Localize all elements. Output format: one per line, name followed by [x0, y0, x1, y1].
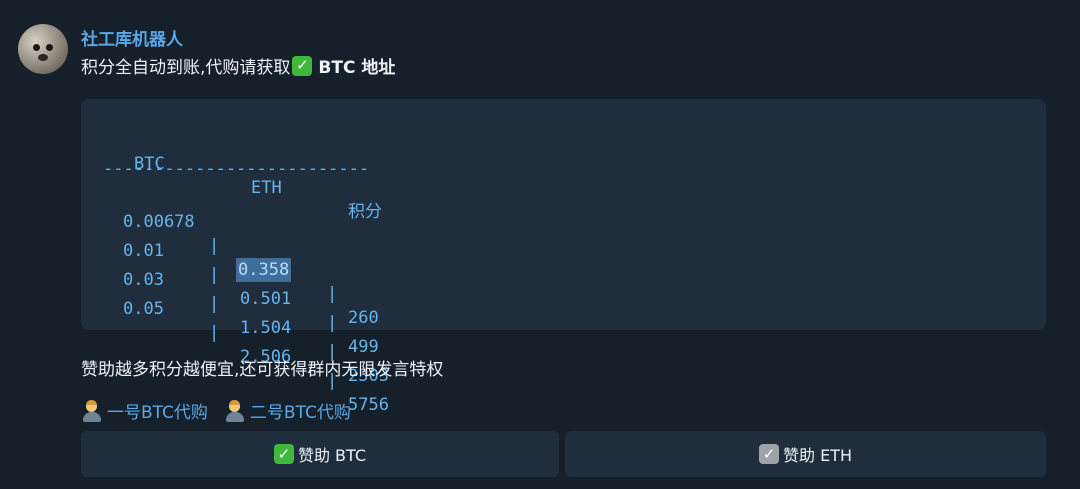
- person-icon: [224, 399, 246, 422]
- table-cell-btc: 0.05: [123, 299, 164, 319]
- sender-name[interactable]: 社工库机器人: [81, 25, 183, 50]
- check-mark-icon: ✓: [292, 55, 313, 76]
- table-row: 0.00678 | 0.358 | 260: [81, 186, 379, 328]
- table-cell-btc: 0.03: [123, 270, 164, 290]
- link-btc-agent-1-label: 一号BTC代购: [107, 403, 208, 423]
- code-block-rate-table: BTC ETH 积分 -------------------------- 0.…: [81, 99, 1046, 415]
- promo-text: 赞助越多积分越便宜,还可获得群内无限发言特权: [81, 360, 444, 380]
- table-row: 0.01 | 0.501 | 499: [81, 215, 379, 357]
- avatar-eye: [33, 44, 40, 51]
- link-btc-agent-2[interactable]: 二号BTC代购: [224, 398, 351, 423]
- purchase-links: 一号BTC代购 二号BTC代购: [81, 398, 351, 423]
- table-divider: |: [327, 284, 338, 304]
- sponsor-btc-button[interactable]: ✓ 赞助 BTC: [81, 431, 559, 477]
- table-cell-points: 5756: [348, 395, 389, 415]
- sponsor-eth-button[interactable]: ✓ 赞助 ETH: [565, 431, 1046, 477]
- table-divider: |: [209, 236, 220, 256]
- check-mark-icon: ✓: [273, 444, 294, 464]
- message-intro-text: 积分全自动到账,代购请获取: [81, 58, 291, 78]
- sponsor-btc-label: 赞助 BTC: [297, 446, 367, 465]
- check-mark-icon: ✓: [758, 444, 779, 464]
- table-row: 0.05 | 2.506 | 5756: [81, 273, 389, 415]
- table-divider: |: [209, 294, 220, 314]
- table-divider: |: [209, 265, 220, 285]
- sponsor-eth-label: 赞助 ETH: [782, 446, 852, 465]
- link-btc-agent-2-label: 二号BTC代购: [249, 403, 351, 423]
- avatar[interactable]: [18, 24, 68, 74]
- table-divider: |: [209, 323, 220, 343]
- table-cell-eth: 0.501: [240, 289, 292, 309]
- table-header-eth: ETH: [251, 178, 282, 198]
- person-icon: [81, 399, 103, 422]
- table-header-points: 积分: [348, 202, 382, 222]
- link-btc-agent-1[interactable]: 一号BTC代购: [81, 398, 208, 423]
- table-header-row: BTC ETH 积分: [81, 128, 382, 222]
- table-cell-btc: 0.01: [123, 241, 164, 261]
- avatar-nose: [38, 54, 48, 61]
- table-row: 0.03 | 1.504 | 2303: [81, 244, 389, 386]
- table-divider: |: [327, 313, 338, 333]
- table-separator: --------------------------: [103, 159, 370, 179]
- table-cell-eth: 1.504: [240, 318, 292, 338]
- table-cell-btc: 0.00678: [123, 212, 195, 232]
- message-intro-suffix: BTC 地址: [318, 58, 396, 78]
- table-cell-points: 260: [348, 308, 379, 328]
- avatar-eye: [46, 44, 53, 51]
- table-cell-eth-highlighted[interactable]: 0.358: [236, 258, 292, 282]
- message-intro-line: 积分全自动到账,代购请获取 ✓ BTC 地址: [81, 53, 395, 78]
